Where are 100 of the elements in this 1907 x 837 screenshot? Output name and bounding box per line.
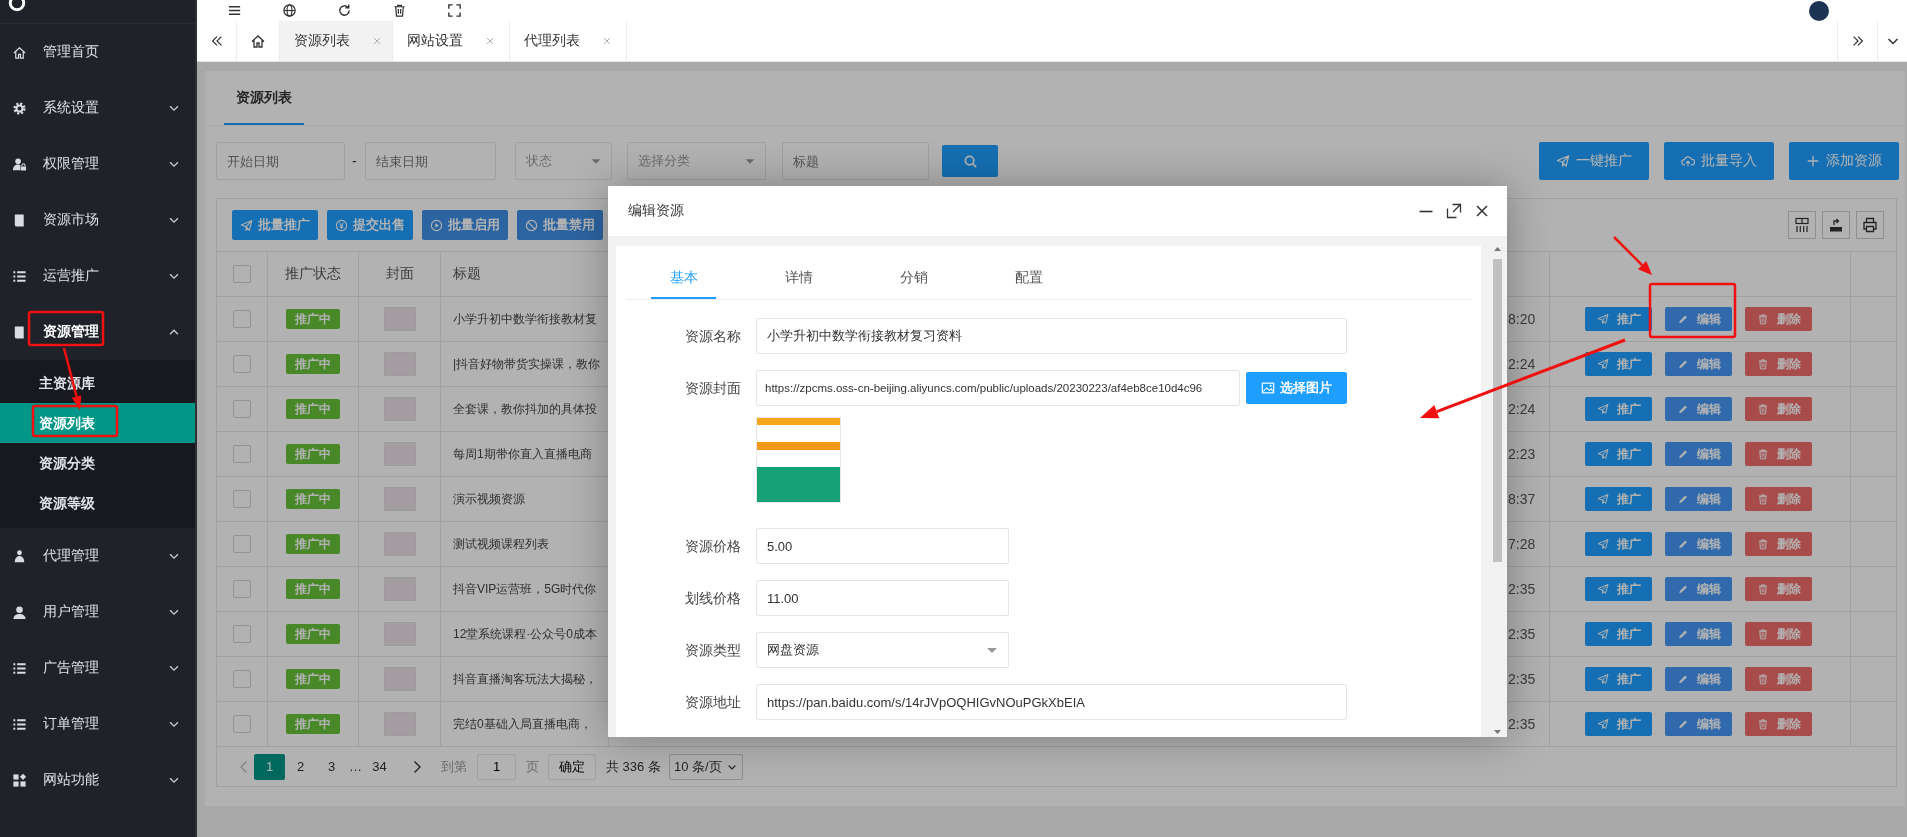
date-field[interactable]: 结束日期 bbox=[365, 142, 496, 180]
delete-button[interactable]: 删除 bbox=[1745, 307, 1812, 331]
promote-button[interactable]: 推广 bbox=[1585, 487, 1652, 511]
maximize-icon[interactable] bbox=[1446, 203, 1462, 219]
sidebar-item[interactable]: 管理首页 bbox=[0, 24, 195, 80]
promote-button[interactable]: 推广 bbox=[1585, 397, 1652, 421]
print-button[interactable] bbox=[1856, 211, 1884, 239]
text-field[interactable]: 11.00 bbox=[756, 580, 1009, 616]
dialog-tab[interactable]: 分销 bbox=[881, 256, 946, 299]
delete-button[interactable]: 删除 bbox=[1745, 442, 1812, 466]
sidebar-item[interactable]: 代理管理 bbox=[0, 528, 195, 584]
toolbar-button[interactable]: 提交出售 bbox=[327, 210, 413, 240]
scrollbar[interactable] bbox=[1490, 246, 1505, 737]
delete-button[interactable]: 删除 bbox=[1745, 712, 1812, 736]
date-field[interactable]: 开始日期 bbox=[216, 142, 345, 180]
sidebar-subitem[interactable]: 资源等级 bbox=[0, 483, 195, 523]
promote-button[interactable]: 推广 bbox=[1585, 307, 1652, 331]
delete-button[interactable]: 删除 bbox=[1745, 352, 1812, 376]
checkbox[interactable] bbox=[233, 445, 251, 463]
page-button[interactable]: 1 bbox=[254, 753, 285, 780]
checkbox[interactable] bbox=[233, 670, 251, 688]
sidebar-item[interactable]: 资源管理 bbox=[0, 304, 195, 360]
dropdown-field[interactable]: 选择分类 bbox=[627, 142, 766, 180]
globe-icon[interactable] bbox=[282, 3, 297, 18]
checkbox[interactable] bbox=[233, 490, 251, 508]
sidebar-item[interactable]: 系统设置 bbox=[0, 80, 195, 136]
search-button[interactable] bbox=[942, 145, 998, 177]
checkbox[interactable] bbox=[233, 400, 251, 418]
toolbar-button[interactable]: 批量推广 bbox=[232, 210, 318, 240]
promote-button[interactable]: 推广 bbox=[1585, 712, 1652, 736]
confirm-button[interactable]: 确定 bbox=[548, 753, 596, 780]
promote-button[interactable]: 推广 bbox=[1585, 667, 1652, 691]
dialog-tab[interactable]: 详情 bbox=[766, 256, 831, 299]
avatar[interactable] bbox=[1809, 0, 1829, 21]
edit-button[interactable]: 编辑 bbox=[1665, 667, 1732, 691]
refresh-icon[interactable] bbox=[337, 3, 352, 18]
edit-button[interactable]: 编辑 bbox=[1665, 622, 1732, 646]
dialog-tab[interactable]: 配置 bbox=[996, 256, 1061, 299]
edit-button[interactable]: 编辑 bbox=[1665, 487, 1732, 511]
toolbar-button[interactable]: 批量禁用 bbox=[517, 210, 603, 240]
text-field[interactable]: 5.00 bbox=[756, 528, 1009, 564]
url-field[interactable]: https://zpcms.oss-cn-beijing.aliyuncs.com/public/uploads/20230223/af4eb8ce10d4c96 bbox=[756, 370, 1240, 406]
tab-menu-button[interactable] bbox=[1877, 21, 1907, 61]
action-button[interactable]: 一键推广 bbox=[1539, 142, 1649, 180]
checkbox[interactable] bbox=[233, 310, 251, 328]
page-tab[interactable]: 网站设置 bbox=[393, 21, 510, 61]
choose-image-button[interactable]: 选择图片 bbox=[1246, 372, 1347, 404]
text-field[interactable]: 小学升初中数学衔接教材复习资料 bbox=[756, 318, 1347, 354]
card-tab[interactable]: 资源列表 bbox=[224, 71, 304, 125]
page-number-field[interactable]: 1 bbox=[477, 753, 516, 780]
sidebar-item[interactable]: 用户管理 bbox=[0, 584, 195, 640]
caret-down-icon[interactable] bbox=[1493, 729, 1502, 737]
edit-button[interactable]: 编辑 bbox=[1665, 397, 1732, 421]
page-tab[interactable]: 代理列表 bbox=[510, 21, 627, 61]
delete-button[interactable]: 删除 bbox=[1745, 487, 1812, 511]
page-button[interactable]: 3 bbox=[316, 753, 347, 780]
home-tab[interactable] bbox=[237, 21, 280, 61]
action-button[interactable]: 添加资源 bbox=[1789, 142, 1899, 180]
sidebar-item[interactable]: 广告管理 bbox=[0, 640, 195, 696]
page-button[interactable]: 34 bbox=[364, 753, 395, 780]
edit-button[interactable]: 编辑 bbox=[1665, 442, 1732, 466]
promote-button[interactable]: 推广 bbox=[1585, 622, 1652, 646]
dialog-tab[interactable]: 基本 bbox=[651, 256, 716, 299]
delete-button[interactable]: 删除 bbox=[1745, 577, 1812, 601]
checkbox[interactable] bbox=[233, 580, 251, 598]
delete-button[interactable]: 删除 bbox=[1745, 622, 1812, 646]
checkbox[interactable] bbox=[233, 625, 251, 643]
page-size-select[interactable]: 10 条/页 bbox=[668, 753, 743, 780]
checkbox[interactable] bbox=[233, 265, 251, 283]
checkbox[interactable] bbox=[233, 715, 251, 733]
fullscreen-icon[interactable] bbox=[447, 3, 462, 18]
sidebar-item[interactable]: 资源市场 bbox=[0, 192, 195, 248]
close-icon[interactable] bbox=[1474, 203, 1490, 219]
scroll-right-button[interactable] bbox=[1837, 21, 1877, 61]
edit-button[interactable]: 编辑 bbox=[1665, 712, 1732, 736]
page-button[interactable]: 2 bbox=[285, 753, 316, 780]
menu-icon[interactable] bbox=[227, 3, 242, 18]
checkbox[interactable] bbox=[233, 355, 251, 373]
promote-button[interactable]: 推广 bbox=[1585, 352, 1652, 376]
export-button[interactable] bbox=[1822, 211, 1850, 239]
edit-button[interactable]: 编辑 bbox=[1665, 307, 1732, 331]
delete-button[interactable]: 删除 bbox=[1745, 667, 1812, 691]
columns-button[interactable] bbox=[1788, 211, 1816, 239]
edit-button[interactable]: 编辑 bbox=[1665, 577, 1732, 601]
sidebar-item[interactable]: 网站功能 bbox=[0, 752, 195, 808]
page-tab[interactable]: 资源列表 bbox=[280, 21, 393, 61]
promote-button[interactable]: 推广 bbox=[1585, 532, 1652, 556]
sidebar-subitem[interactable]: 资源分类 bbox=[0, 443, 195, 483]
dropdown-field[interactable]: 网盘资源 bbox=[756, 632, 1009, 668]
checkbox[interactable] bbox=[233, 535, 251, 553]
sidebar-subitem[interactable]: 资源列表 bbox=[0, 403, 195, 443]
text-field[interactable]: https://pan.baidu.com/s/14rJVpOQHIGvNOuPGkXbEIA bbox=[756, 684, 1347, 720]
edit-button[interactable]: 编辑 bbox=[1665, 352, 1732, 376]
promote-button[interactable]: 推广 bbox=[1585, 577, 1652, 601]
dropdown-field[interactable]: 状态 bbox=[515, 142, 612, 180]
caret-up-icon[interactable] bbox=[1493, 246, 1502, 252]
action-button[interactable]: 批量导入 bbox=[1664, 142, 1774, 180]
delete-button[interactable]: 删除 bbox=[1745, 532, 1812, 556]
sidebar-item[interactable]: 权限管理 bbox=[0, 136, 195, 192]
text-field[interactable]: 标题 bbox=[782, 142, 929, 180]
